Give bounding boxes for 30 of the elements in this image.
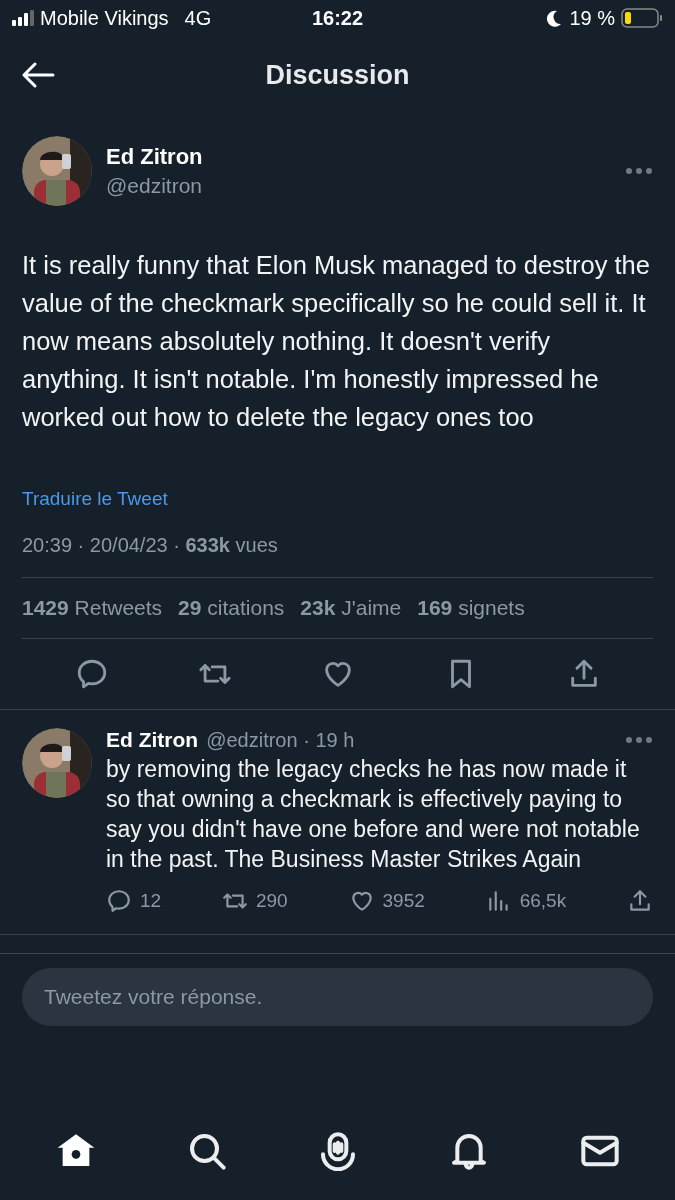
bar-chart-button[interactable]: 66,5k bbox=[485, 888, 567, 914]
stat-count[interactable]: 23k J'aime bbox=[300, 596, 402, 620]
reply-field[interactable]: Tweetez votre réponse. bbox=[22, 968, 653, 1026]
stat-count[interactable]: 1429 Retweets bbox=[22, 596, 163, 620]
reply-text: by removing the legacy checks he has now made it so that owning a checkmark is effectively paying to say you didn't have one before and were not notable in the past. The Business Master Strikes Again bbox=[106, 755, 641, 874]
battery-percent: 19 % bbox=[569, 6, 615, 30]
tweet-text: It is really funny that Elon Musk managed to destroy the value of the checkmark specifically so he could sell it. It now means absolutely nothing. It doesn't verify anything. It isn't notable. I'm honestly impressed he worked out how to delete the legacy ones too bbox=[21, 250, 651, 433]
battery-icon bbox=[621, 8, 663, 28]
retweet-button[interactable]: 290 bbox=[222, 888, 288, 914]
page-title: Discussion bbox=[264, 59, 411, 91]
share-icon bbox=[627, 888, 653, 914]
reply-icon bbox=[106, 888, 132, 914]
translate-link[interactable]: Traduire le Tweet bbox=[22, 488, 168, 510]
back-arrow-icon[interactable] bbox=[20, 61, 56, 89]
more-icon[interactable] bbox=[625, 167, 653, 175]
stat-count[interactable]: 29 citations bbox=[178, 596, 285, 620]
share-button[interactable] bbox=[627, 888, 653, 914]
signal-icon bbox=[12, 10, 34, 26]
clock-time: 16:22 bbox=[311, 6, 364, 29]
network-type: 4G bbox=[184, 6, 212, 30]
heart-button[interactable]: 3952 bbox=[348, 888, 425, 914]
author-name: Ed Zitron bbox=[106, 728, 199, 752]
carrier-name: Mobile Vikings bbox=[40, 6, 169, 30]
tweet-meta: 20:39 · 20/04/23 · 633k vues bbox=[22, 534, 279, 558]
author-handle: @edzitron bbox=[106, 174, 204, 198]
author-name: Ed Zitron bbox=[106, 144, 204, 170]
more-icon[interactable] bbox=[625, 736, 653, 744]
stat-count[interactable]: 169 signets bbox=[417, 596, 525, 620]
reply-button[interactable]: 12 bbox=[106, 888, 162, 914]
author-handle: @edzitron · 19 h bbox=[206, 728, 356, 752]
